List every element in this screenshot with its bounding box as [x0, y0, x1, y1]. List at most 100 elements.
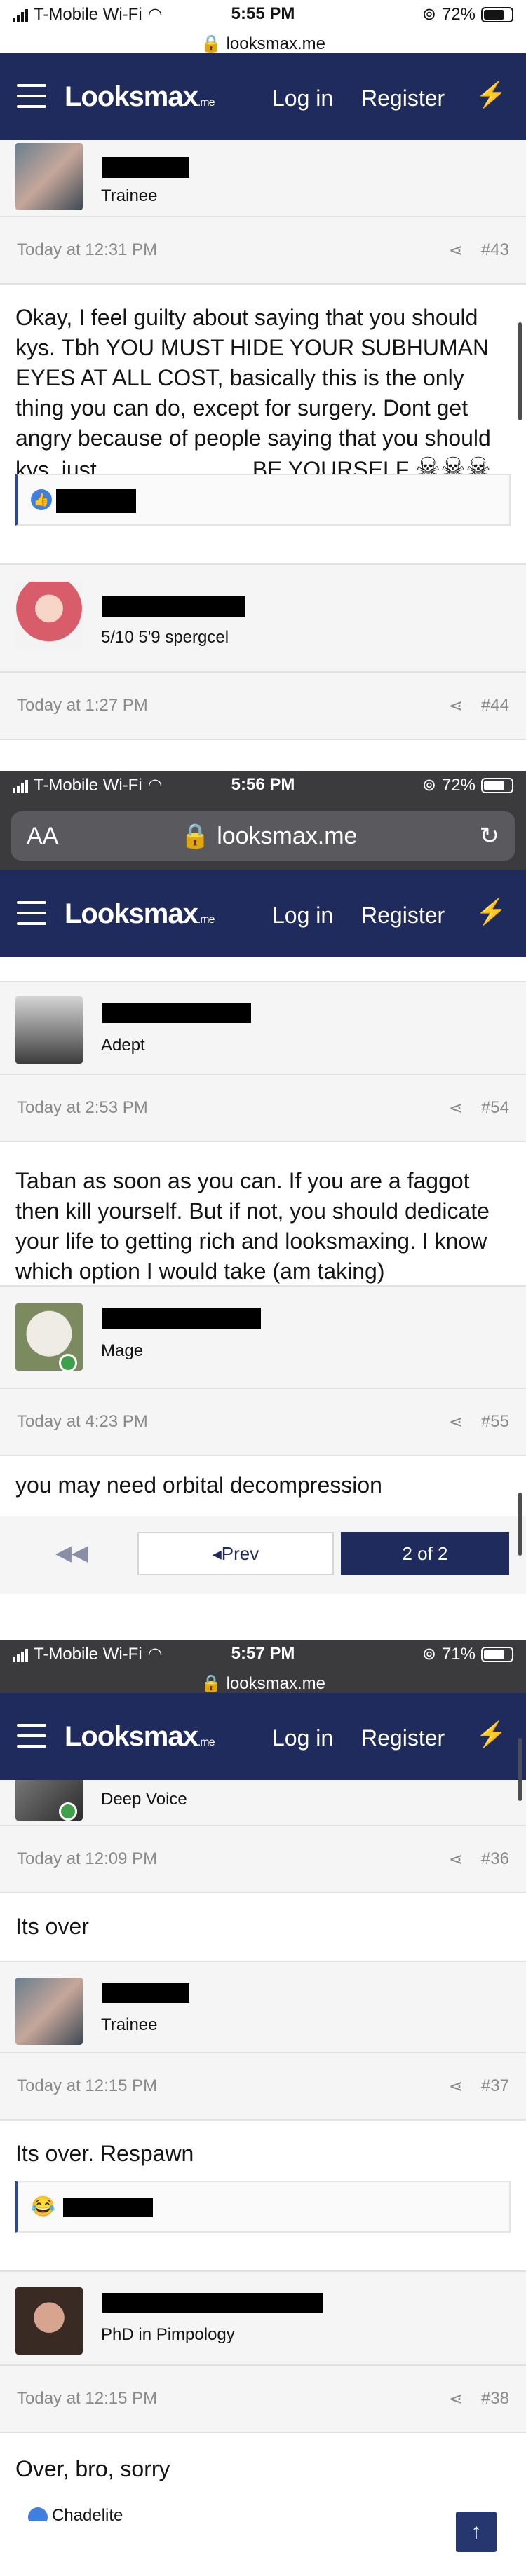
like-reaction-icon [28, 2507, 48, 2521]
battery-percent: 72% [441, 4, 476, 24]
online-badge [59, 1354, 77, 1372]
reactor-name[interactable]: Chadelite [52, 2506, 123, 2521]
url-text: looksmax.me [217, 823, 358, 849]
login-link[interactable]: Log in [272, 1725, 333, 1751]
lock-icon: 🔒 [180, 823, 210, 849]
post-time[interactable]: Today at 1:27 PM [17, 696, 148, 715]
post-user-header: Adept [0, 982, 526, 1074]
laugh-reaction-icon: 😂 [31, 2195, 55, 2217]
reactions-bar[interactable]: 👍 [15, 474, 511, 526]
url-text: looksmax.me [226, 1674, 325, 1693]
url-label[interactable]: 🔒 looksmax.me [0, 34, 526, 53]
login-link[interactable]: Log in [272, 85, 333, 111]
user-title: PhD in Pimpology [101, 2325, 235, 2344]
post-number[interactable]: #44 [481, 696, 509, 715]
reactions-bar[interactable]: 😂 [15, 2181, 511, 2233]
page-indicator[interactable]: 2 of 2 [341, 1532, 509, 1575]
share-icon[interactable]: ⋖ [449, 1412, 463, 1432]
scrollbar[interactable] [518, 322, 522, 420]
post-user-header: Mage [0, 1287, 526, 1388]
user-title: 5/10 5'9 spergcel [101, 628, 229, 647]
redacted-username [102, 1983, 189, 2003]
url-text: looksmax.me [226, 34, 325, 53]
text-size-button[interactable]: AA [27, 823, 58, 850]
share-icon[interactable]: ⋖ [449, 240, 463, 261]
menu-icon[interactable] [17, 901, 46, 925]
post-meta: Today at 12:09 PM ⋖ #36 [0, 1825, 526, 1893]
register-link[interactable]: Register [361, 85, 445, 111]
post-meta: Today at 4:23 PM ⋖ #55 [0, 1388, 526, 1456]
post-meta: Today at 12:15 PM ⋖ #37 [0, 2052, 526, 2121]
battery-icon [481, 6, 513, 22]
register-link[interactable]: Register [361, 1725, 445, 1751]
whats-new-icon[interactable]: ⚡ [476, 1720, 507, 1749]
site-logo[interactable]: Looksmax.me [65, 81, 215, 113]
user-title: Mage [101, 1341, 144, 1360]
register-link[interactable]: Register [361, 903, 445, 929]
post-user-header: 5/10 5'9 spergcel [0, 565, 526, 671]
user-title: Deep Voice [101, 1790, 187, 1809]
battery-icon [481, 777, 513, 793]
user-title: Trainee [101, 186, 158, 205]
post-meta: Today at 12:31 PM ⋖ #43 [0, 216, 526, 285]
post-number[interactable]: #38 [481, 2389, 509, 2409]
site-navbar: Looksmax.me Log in Register ⚡ [0, 870, 526, 957]
post-number[interactable]: #55 [481, 1412, 509, 1432]
battery-percent: 72% [441, 775, 476, 795]
prev-page-button[interactable]: ◂Prev [137, 1532, 334, 1575]
post-time[interactable]: Today at 12:15 PM [17, 2076, 157, 2096]
avatar[interactable] [15, 1978, 83, 2045]
site-logo[interactable]: Looksmax.me [65, 898, 215, 930]
site-logo[interactable]: Looksmax.me [65, 1721, 215, 1753]
redacted-username [102, 1308, 261, 1329]
avatar[interactable] [15, 143, 83, 210]
whats-new-icon[interactable]: ⚡ [476, 897, 507, 926]
reload-icon[interactable]: ↻ [480, 822, 500, 850]
status-bar: T-Mobile Wi-Fi ◠ 5:55 PM ⊚ 72% [0, 0, 526, 34]
post-body: Its over. Respawn [0, 2121, 526, 2181]
screenshot-3: T-Mobile Wi-Fi ◠ 5:57 PM ⊚ 71% 🔒 looksma… [0, 1640, 526, 2576]
first-page-icon[interactable]: ◀◀ [15, 1532, 128, 1575]
scrollbar[interactable] [518, 1493, 522, 1556]
post-user-header: Trainee [0, 140, 526, 216]
redacted-username [102, 1003, 251, 1023]
avatar[interactable] [15, 582, 83, 649]
post-time[interactable]: Today at 12:09 PM [17, 1849, 157, 1869]
rotation-lock-icon: ⊚ [422, 5, 436, 24]
post-time[interactable]: Today at 4:23 PM [17, 1412, 148, 1432]
share-icon[interactable]: ⋖ [449, 1098, 463, 1118]
menu-icon[interactable] [17, 1724, 46, 1748]
share-icon[interactable]: ⋖ [449, 2389, 463, 2409]
scrollbar[interactable] [518, 1738, 522, 1801]
lock-icon: 🔒 [201, 1674, 222, 1693]
url-label[interactable]: 🔒 looksmax.me [0, 1673, 526, 1693]
like-reaction-icon: 👍 [31, 489, 52, 510]
post-time[interactable]: Today at 12:31 PM [17, 240, 157, 260]
post-time[interactable]: Today at 12:15 PM [17, 2389, 157, 2409]
avatar[interactable] [15, 996, 83, 1064]
pagination: ◀◀ ◂Prev 2 of 2 [0, 1516, 526, 1594]
menu-icon[interactable] [17, 84, 46, 108]
post-body: Its over [0, 1893, 526, 1962]
whats-new-icon[interactable]: ⚡ [476, 80, 507, 109]
redacted-username [102, 596, 245, 617]
redacted-username [102, 2293, 323, 2313]
share-icon[interactable]: ⋖ [449, 1849, 463, 1870]
scroll-to-top-button[interactable]: ↑ [456, 2512, 497, 2552]
address-bar[interactable]: AA 🔒 looksmax.me ↻ [11, 811, 515, 861]
user-title: Adept [101, 1036, 145, 1055]
post-body: Taban as soon as you can. If you are a f… [0, 1142, 526, 1287]
screenshot-2: T-Mobile Wi-Fi ◠ 5:56 PM ⊚ 72% AA 🔒 look… [0, 771, 526, 1640]
battery-percent: 71% [441, 1644, 476, 1664]
share-icon[interactable]: ⋖ [449, 2076, 463, 2097]
avatar[interactable] [15, 2287, 83, 2355]
site-navbar: Looksmax.me Log in Register ⚡ [0, 53, 526, 140]
post-number[interactable]: #36 [481, 1849, 509, 1869]
post-number[interactable]: #37 [481, 2076, 509, 2096]
post-number[interactable]: #43 [481, 240, 509, 260]
post-time[interactable]: Today at 2:53 PM [17, 1098, 148, 1118]
login-link[interactable]: Log in [272, 903, 333, 929]
rotation-lock-icon: ⊚ [422, 776, 436, 795]
post-number[interactable]: #54 [481, 1098, 509, 1118]
share-icon[interactable]: ⋖ [449, 696, 463, 716]
